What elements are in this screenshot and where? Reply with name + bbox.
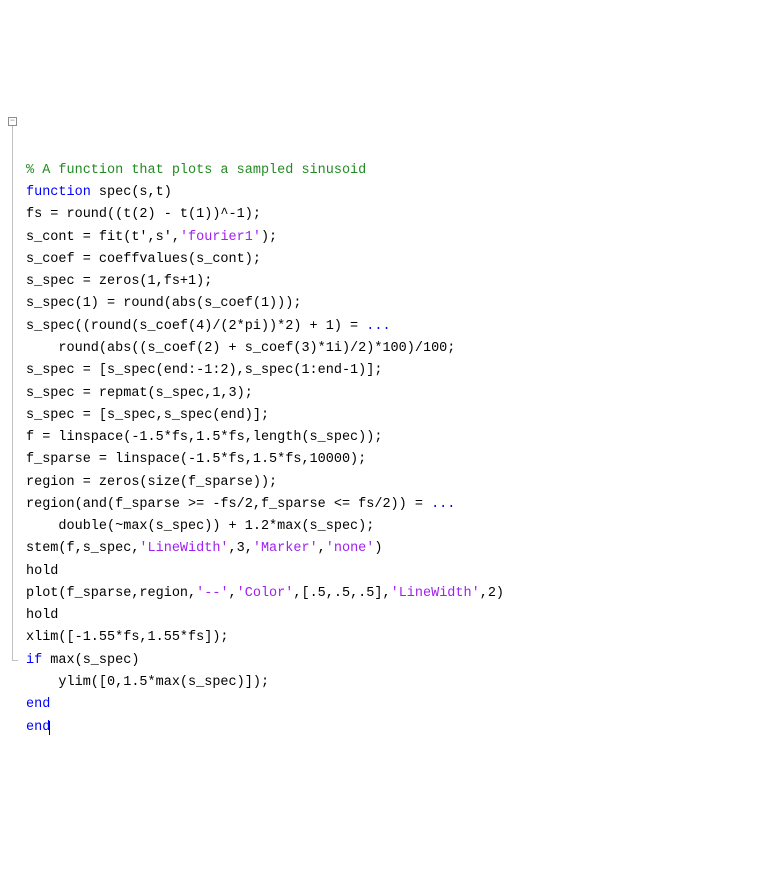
code-token: max(s_spec): [42, 653, 139, 668]
code-token: ): [374, 541, 382, 556]
code-token: ...: [366, 319, 390, 334]
code-token: '--': [196, 586, 228, 601]
code-line: hold: [8, 561, 749, 583]
code-token: 'Color': [237, 586, 294, 601]
code-token: hold: [26, 564, 58, 579]
code-line: stem(f,s_spec,'LineWidth',3,'Marker','no…: [8, 538, 749, 560]
code-line: s_spec((round(s_coef(4)/(2*pi))*2) + 1) …: [8, 316, 749, 338]
code-token: );: [261, 230, 277, 245]
code-token: ,3,: [229, 541, 253, 556]
code-token: ,: [229, 586, 237, 601]
code-token: stem(f,s_spec,: [26, 541, 139, 556]
code-line: s_spec = repmat(s_spec,1,3);: [8, 383, 749, 405]
code-line: s_spec = [s_spec,s_spec(end)];: [8, 405, 749, 427]
code-line: hold: [8, 605, 749, 627]
code-token: s_spec = zeros(1,fs+1);: [26, 274, 212, 289]
code-token: 'Marker': [253, 541, 318, 556]
code-token: 'none': [326, 541, 375, 556]
code-line: ylim([0,1.5*max(s_spec)]);: [8, 672, 749, 694]
code-token: plot(f_sparse,region,: [26, 586, 196, 601]
code-line: region = zeros(size(f_sparse));: [8, 472, 749, 494]
code-token: s_cont = fit(t',s',: [26, 230, 180, 245]
code-line: round(abs((s_coef(2) + s_coef(3)*1i)/2)*…: [8, 338, 749, 360]
code-token: end: [26, 697, 50, 712]
code-line: f = linspace(-1.5*fs,1.5*fs,length(s_spe…: [8, 427, 749, 449]
code-line: end: [8, 717, 749, 739]
code-line: if max(s_spec): [8, 650, 749, 672]
code-token: xlim([-1.55*fs,1.55*fs]);: [26, 630, 229, 645]
code-token: end: [26, 720, 50, 735]
code-token: hold: [26, 608, 58, 623]
code-token: double(~max(s_spec)) + 1.2*max(s_spec);: [26, 519, 374, 534]
code-line: % A function that plots a sampled sinuso…: [8, 160, 749, 182]
code-line: double(~max(s_spec)) + 1.2*max(s_spec);: [8, 516, 749, 538]
code-token: ylim([0,1.5*max(s_spec)]);: [26, 675, 269, 690]
text-cursor: [49, 721, 50, 735]
code-line: function spec(s,t): [8, 182, 749, 204]
code-token: function: [26, 185, 91, 200]
code-token: round(abs((s_coef(2) + s_coef(3)*1i)/2)*…: [26, 341, 455, 356]
code-token: 'LineWidth': [139, 541, 228, 556]
code-line: end: [8, 694, 749, 716]
code-token: s_spec(1) = round(abs(s_coef(1)));: [26, 296, 301, 311]
code-line: s_coef = coeffvalues(s_cont);: [8, 249, 749, 271]
code-token: ...: [431, 497, 455, 512]
code-token: ,[.5,.5,.5],: [293, 586, 390, 601]
code-line: f_sparse = linspace(-1.5*fs,1.5*fs,10000…: [8, 449, 749, 471]
code-token: fs = round((t(2) - t(1))^-1);: [26, 207, 261, 222]
code-token: ,2): [480, 586, 504, 601]
code-token: f_sparse = linspace(-1.5*fs,1.5*fs,10000…: [26, 452, 366, 467]
code-line: xlim([-1.55*fs,1.55*fs]);: [8, 627, 749, 649]
code-token: s_spec = repmat(s_spec,1,3);: [26, 386, 253, 401]
code-line: s_cont = fit(t',s','fourier1');: [8, 227, 749, 249]
code-token: spec(s,t): [91, 185, 172, 200]
code-token: region(and(f_sparse >= -fs/2,f_sparse <=…: [26, 497, 431, 512]
code-token: 'fourier1': [180, 230, 261, 245]
code-line: region(and(f_sparse >= -fs/2,f_sparse <=…: [8, 494, 749, 516]
code-line: s_spec = [s_spec(end:-1:2),s_spec(1:end-…: [8, 360, 749, 382]
code-line: plot(f_sparse,region,'--','Color',[.5,.5…: [8, 583, 749, 605]
code-editor[interactable]: − % A function that plots a sampled sinu…: [8, 93, 749, 761]
code-token: s_spec = [s_spec,s_spec(end)];: [26, 408, 269, 423]
code-token: region = zeros(size(f_sparse));: [26, 475, 277, 490]
code-token: s_spec((round(s_coef(4)/(2*pi))*2) + 1) …: [26, 319, 366, 334]
code-token: s_coef = coeffvalues(s_cont);: [26, 252, 261, 267]
code-lines: % A function that plots a sampled sinuso…: [8, 160, 749, 739]
code-line: fs = round((t(2) - t(1))^-1);: [8, 204, 749, 226]
code-token: ,: [318, 541, 326, 556]
fold-toggle-icon[interactable]: −: [8, 117, 17, 126]
code-token: f = linspace(-1.5*fs,1.5*fs,length(s_spe…: [26, 430, 382, 445]
code-token: s_spec = [s_spec(end:-1:2),s_spec(1:end-…: [26, 363, 382, 378]
code-line: s_spec(1) = round(abs(s_coef(1)));: [8, 293, 749, 315]
code-token: if: [26, 653, 42, 668]
code-line: s_spec = zeros(1,fs+1);: [8, 271, 749, 293]
code-token: 'LineWidth': [391, 586, 480, 601]
code-token: % A function that plots a sampled sinuso…: [26, 163, 366, 178]
